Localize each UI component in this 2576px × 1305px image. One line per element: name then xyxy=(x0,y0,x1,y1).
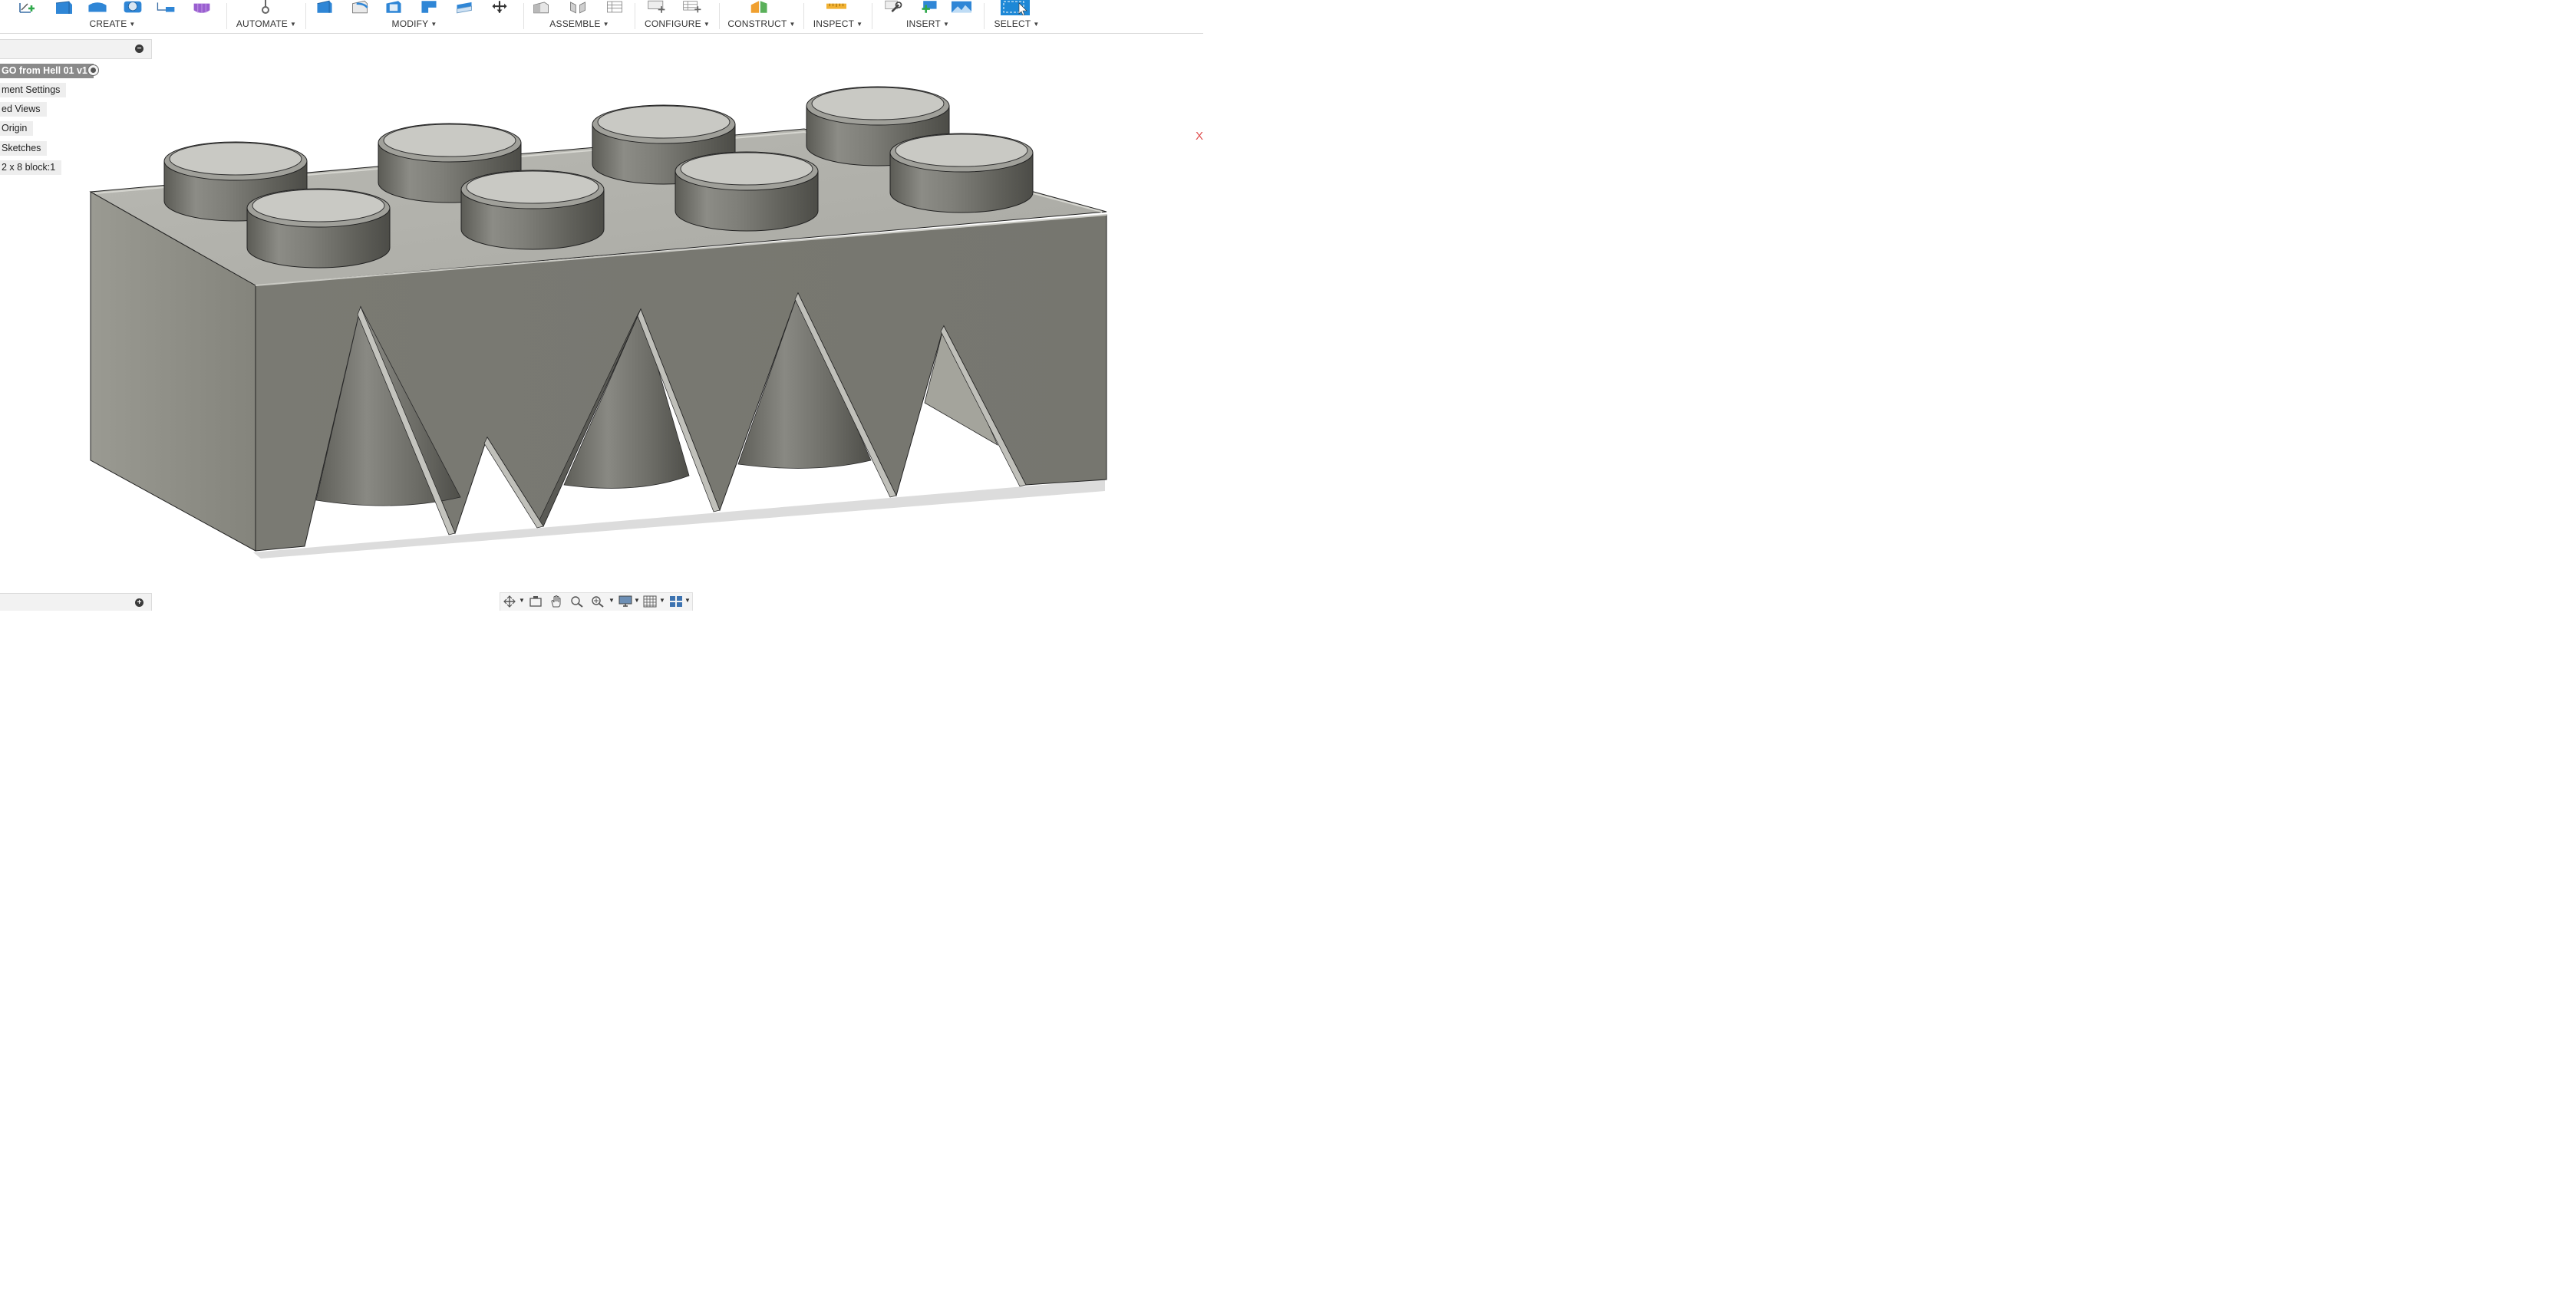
automate-menu[interactable]: AUTOMATE ▼ xyxy=(228,18,305,29)
plane-icon[interactable] xyxy=(750,0,770,14)
browser-item-named-views[interactable]: ed Views xyxy=(0,102,47,117)
chevron-down-icon[interactable]: ▼ xyxy=(519,597,525,604)
select-icon[interactable] xyxy=(999,0,1031,15)
modify-menu[interactable]: MODIFY ▼ xyxy=(307,18,522,29)
chevron-down-icon: ▼ xyxy=(856,21,863,28)
active-component-radio-icon[interactable] xyxy=(87,64,99,76)
canvas-viewport[interactable]: X xyxy=(0,34,1203,592)
automate-group: AUTOMATE ▼ xyxy=(228,0,305,32)
chevron-down-icon: ▼ xyxy=(703,21,710,28)
chevron-down-icon[interactable]: ▼ xyxy=(659,597,665,604)
shell-icon[interactable] xyxy=(384,0,404,14)
lego-block-model[interactable] xyxy=(0,34,1203,592)
chevron-down-icon: ▼ xyxy=(430,21,437,28)
new-component-icon[interactable] xyxy=(531,0,551,14)
configure-icon[interactable] xyxy=(647,0,667,14)
viewports-icon[interactable] xyxy=(669,595,683,608)
toolbar-divider xyxy=(803,3,804,29)
fillet-icon[interactable] xyxy=(350,0,370,14)
pan-icon[interactable] xyxy=(549,595,563,608)
insert-group: INSERT ▼ xyxy=(873,0,982,32)
look-at-icon[interactable] xyxy=(529,595,543,608)
toolbar-divider xyxy=(984,3,985,29)
chevron-down-icon: ▼ xyxy=(290,21,297,28)
form-icon[interactable] xyxy=(192,0,212,14)
zoom-icon[interactable] xyxy=(570,595,584,608)
combine-icon[interactable] xyxy=(419,0,439,14)
browser-header: − xyxy=(0,39,152,59)
inspect-group: INSPECT ▼ xyxy=(805,0,871,32)
grid-icon[interactable] xyxy=(643,595,657,608)
chevron-down-icon[interactable]: ▼ xyxy=(609,597,615,604)
select-group: SELECT ▼ xyxy=(985,0,1048,32)
create-group: CREATE ▼ xyxy=(0,0,225,32)
insert-menu[interactable]: INSERT ▼ xyxy=(873,18,982,29)
chevron-down-icon: ▼ xyxy=(942,21,950,28)
stud xyxy=(675,151,819,232)
assemble-group: ASSEMBLE ▼ xyxy=(525,0,634,32)
select-menu[interactable]: SELECT ▼ xyxy=(985,18,1048,29)
browser-item-sketches[interactable]: Sketches xyxy=(0,141,48,156)
extrude-icon[interactable] xyxy=(54,0,74,14)
zoom-window-icon[interactable] xyxy=(591,595,605,608)
configure-table-icon[interactable] xyxy=(682,0,702,14)
chevron-down-icon[interactable]: ▼ xyxy=(684,597,691,604)
toolbar-divider xyxy=(226,3,227,29)
chevron-down-icon: ▼ xyxy=(789,21,796,28)
toolbar: CREATE ▼ AUTOMATE ▼ MODIFY ▼ ASSEMBLE ▼ … xyxy=(0,0,1203,34)
hole-icon[interactable] xyxy=(123,0,143,14)
chevron-down-icon: ▼ xyxy=(602,21,609,28)
stud xyxy=(889,133,1034,213)
automate-icon[interactable] xyxy=(256,0,275,14)
move-icon[interactable] xyxy=(490,0,510,14)
chevron-down-icon: ▼ xyxy=(1033,21,1040,28)
offset-face-icon[interactable] xyxy=(454,0,474,14)
revolve-icon[interactable] xyxy=(87,0,107,14)
construct-group: CONSTRUCT ▼ xyxy=(721,0,803,32)
navigation-bar: ▼ ▼ ▼ ▼ ▼ xyxy=(500,592,693,611)
orbit-icon[interactable] xyxy=(503,595,516,608)
display-icon[interactable] xyxy=(618,595,632,608)
inspect-menu[interactable]: INSPECT ▼ xyxy=(805,18,871,29)
image-icon[interactable] xyxy=(952,0,971,14)
browser-item-document-settings[interactable]: ment Settings xyxy=(0,83,67,97)
assemble-menu[interactable]: ASSEMBLE ▼ xyxy=(525,18,634,29)
toolbar-divider xyxy=(719,3,720,29)
browser-item-body[interactable]: 2 x 8 block:1 xyxy=(0,160,62,175)
chevron-down-icon: ▼ xyxy=(129,21,136,28)
toolbar-divider xyxy=(305,3,306,29)
stud xyxy=(246,188,391,269)
stud xyxy=(460,170,605,250)
configure-group: CONFIGURE ▼ xyxy=(636,0,718,32)
joint-icon[interactable] xyxy=(568,0,588,14)
viewcube-x-label[interactable]: X xyxy=(1196,130,1203,143)
press-pull-icon[interactable] xyxy=(315,0,335,14)
measure-icon[interactable] xyxy=(826,0,846,14)
sketch-icon[interactable] xyxy=(17,0,37,14)
link-icon[interactable] xyxy=(884,0,904,14)
comments-panel: + xyxy=(0,593,152,611)
configure-menu[interactable]: CONFIGURE ▼ xyxy=(636,18,718,29)
modify-group: MODIFY ▼ xyxy=(307,0,522,32)
browser-root-document[interactable]: GO from Hell 01 v1 xyxy=(0,64,94,78)
pattern-icon[interactable] xyxy=(156,0,176,14)
create-menu[interactable]: CREATE ▼ xyxy=(0,18,225,29)
insert-derive-icon[interactable] xyxy=(919,0,939,14)
toolbar-divider xyxy=(523,3,524,29)
chevron-down-icon[interactable]: ▼ xyxy=(634,597,640,604)
expand-comments-button[interactable]: + xyxy=(135,598,143,607)
table-icon[interactable] xyxy=(605,0,625,14)
browser-item-origin[interactable]: Origin xyxy=(0,121,34,136)
construct-menu[interactable]: CONSTRUCT ▼ xyxy=(721,18,803,29)
collapse-browser-button[interactable]: − xyxy=(135,44,143,53)
